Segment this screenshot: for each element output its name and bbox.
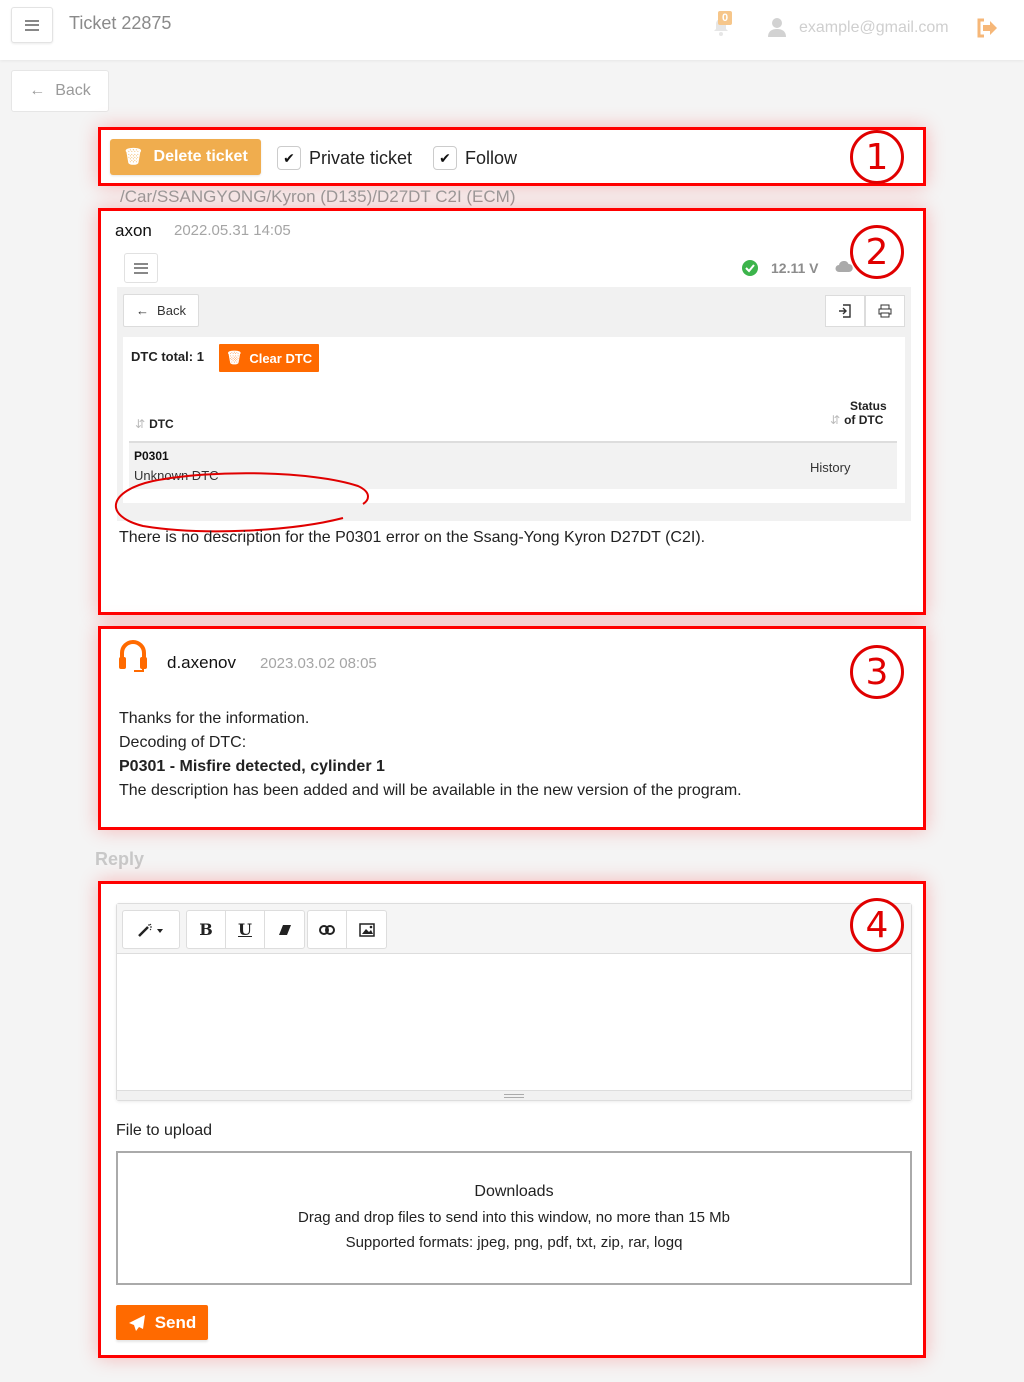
- embed-menu-button: [124, 253, 158, 283]
- link-icon: [319, 924, 335, 935]
- export-icon: [825, 295, 865, 327]
- first-post: axon 2022.05.31 14:05 12.11 V ← Back DTC…: [98, 208, 926, 615]
- dropzone-formats: Supported formats: jpeg, png, pdf, txt, …: [345, 1234, 683, 1251]
- dtc-code: P0301: [134, 449, 169, 463]
- paper-plane-icon: [128, 1314, 145, 1331]
- eraser-icon: [278, 924, 291, 935]
- back-button[interactable]: ← Back: [11, 70, 109, 112]
- embed-back-button: ← Back: [123, 294, 199, 327]
- annotation-marker: 4: [850, 898, 904, 952]
- voltage-readout: 12.11 V: [771, 260, 819, 276]
- notification-badge: 0: [718, 11, 733, 25]
- checkmark-icon: ✔: [283, 149, 295, 166]
- reply-section-label: Reply: [95, 849, 145, 869]
- user-icon: [768, 18, 786, 37]
- private-ticket-label: Private ticket: [309, 148, 413, 168]
- cloud-icon: [835, 261, 853, 272]
- underline-button[interactable]: U: [226, 911, 265, 948]
- message-line: The description has been added and will …: [119, 782, 742, 799]
- message-line: Decoding of DTC:: [119, 734, 247, 751]
- image-icon: [358, 922, 375, 937]
- top-bar: Ticket 22875 0 example@gmail.com: [0, 0, 1024, 60]
- message-line: P0301 - Misfire detected, cylinder 1: [119, 758, 385, 775]
- style-button[interactable]: [123, 911, 179, 948]
- follow-label: Follow: [465, 148, 518, 168]
- dropzone-instructions: Drag and drop files to send into this wi…: [298, 1209, 730, 1226]
- rich-text-editor: B U: [116, 903, 912, 1101]
- file-dropzone[interactable]: Downloads Drag and drop files to send in…: [116, 1151, 912, 1285]
- annotation-marker: 2: [850, 225, 904, 279]
- back-label: Back: [55, 82, 91, 99]
- editor-toolbar: B U: [117, 904, 911, 954]
- user-email[interactable]: example@gmail.com: [799, 19, 949, 37]
- post-author: axon: [115, 221, 152, 240]
- headset-icon: [119, 640, 147, 672]
- print-icon: [865, 295, 905, 327]
- bold-button[interactable]: B: [187, 911, 226, 948]
- link-button[interactable]: [308, 911, 347, 948]
- post-message: Thanks for the information. Decoding of …: [119, 707, 742, 803]
- sort-icon: ⇵: [135, 417, 146, 431]
- arrow-left-icon: ←: [136, 303, 150, 318]
- delete-ticket-label: Delete ticket: [153, 148, 248, 165]
- trash-icon: 🗑: [225, 350, 243, 365]
- post-timestamp: 2022.05.31 14:05: [174, 222, 291, 239]
- post-message: There is no description for the P0301 er…: [119, 529, 706, 546]
- clear-dtc-label: Clear DTC: [249, 350, 313, 366]
- dtc-column-header: ⇵ DTC: [135, 417, 174, 431]
- annotation-marker: 3: [850, 645, 904, 699]
- magic-wand-icon: [138, 923, 163, 937]
- reply-post: d.axenov 2023.03.02 08:05 Thanks for the…: [98, 626, 926, 830]
- delete-ticket-button[interactable]: 🗑 Delete ticket: [110, 139, 261, 175]
- clear-dtc-button: 🗑 Clear DTC: [219, 344, 319, 372]
- logout-icon[interactable]: [976, 18, 998, 38]
- dtc-status: History: [810, 460, 851, 475]
- status-column-header: Status ⇵ of DTC: [830, 399, 887, 427]
- embed-back-label: Back: [157, 303, 186, 318]
- checkmark-icon: ✔: [439, 149, 451, 166]
- embed-tools: [825, 295, 905, 327]
- sort-icon: ⇵: [830, 413, 841, 427]
- reply-form: B U File to upload Downloads Drag and dr…: [98, 881, 926, 1358]
- message-editor[interactable]: [117, 954, 911, 1090]
- check-circle-icon: [742, 260, 758, 276]
- hamburger-icon: [134, 262, 148, 274]
- post-timestamp: 2023.03.02 08:05: [260, 655, 377, 672]
- ticket-actions: 🗑 Delete ticket ✔ Private ticket ✔ Follo…: [98, 127, 926, 186]
- clear-format-button[interactable]: [265, 911, 304, 948]
- send-label: Send: [154, 1312, 197, 1332]
- dtc-total: DTC total: 1: [131, 349, 204, 364]
- format-group: B U: [186, 910, 305, 949]
- follow-checkbox[interactable]: ✔: [433, 146, 457, 170]
- attached-screenshot: 12.11 V ← Back DTC total: 1 🗑 Clear DTC …: [114, 249, 911, 533]
- message-line: Thanks for the information.: [119, 710, 310, 727]
- style-group: [122, 910, 180, 949]
- image-button[interactable]: [347, 911, 386, 948]
- file-upload-label: File to upload: [116, 1122, 213, 1139]
- post-author: d.axenov: [167, 653, 236, 672]
- trash-icon: 🗑: [123, 149, 144, 166]
- menu-button[interactable]: [11, 7, 53, 43]
- ticket-path: /Car/SSANGYONG/Kyron (D135)/D27DT C2I (E…: [120, 187, 516, 206]
- dropzone-title: Downloads: [474, 1183, 554, 1200]
- send-button[interactable]: Send: [116, 1305, 208, 1340]
- editor-resize-handle[interactable]: [117, 1090, 911, 1100]
- page-title: Ticket 22875: [69, 13, 172, 33]
- insert-group: [307, 910, 387, 949]
- annotation-marker: 1: [850, 130, 904, 184]
- arrow-left-icon: ←: [29, 82, 46, 99]
- private-ticket-checkbox[interactable]: ✔: [277, 146, 301, 170]
- hamburger-icon: [25, 19, 39, 31]
